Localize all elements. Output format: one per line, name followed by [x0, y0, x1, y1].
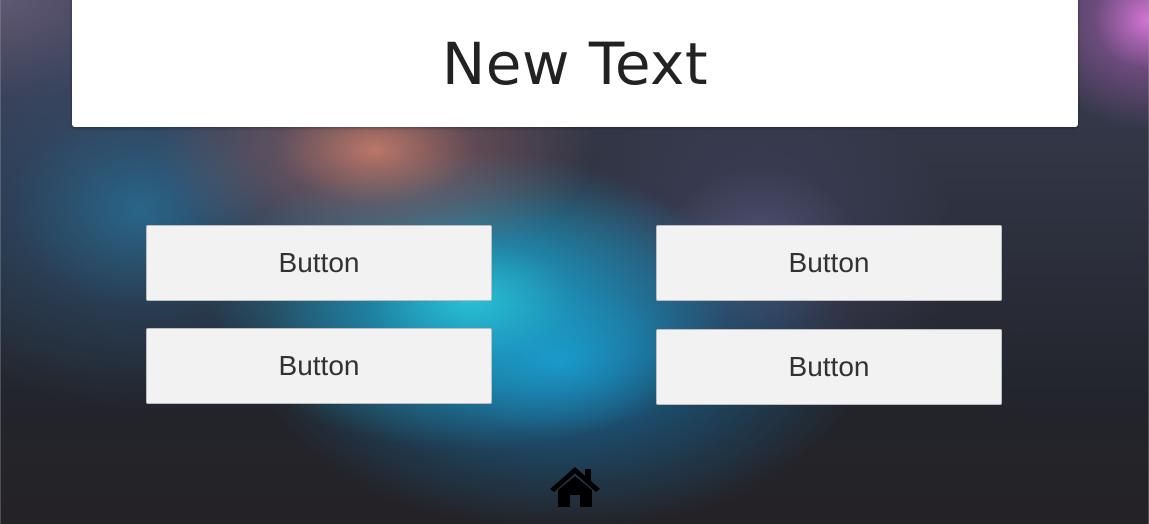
button-bottom-right[interactable]: Button: [656, 329, 1002, 405]
home-icon: [550, 467, 600, 507]
left-border: [0, 0, 1, 524]
home-button[interactable]: [549, 465, 601, 509]
button-top-right[interactable]: Button: [656, 225, 1002, 301]
button-bottom-left[interactable]: Button: [146, 328, 492, 404]
title-text: New Text: [441, 29, 709, 98]
app-screen: New Text Button Button Button Button: [0, 0, 1149, 524]
button-top-left[interactable]: Button: [146, 225, 492, 301]
title-panel: New Text: [72, 0, 1078, 127]
